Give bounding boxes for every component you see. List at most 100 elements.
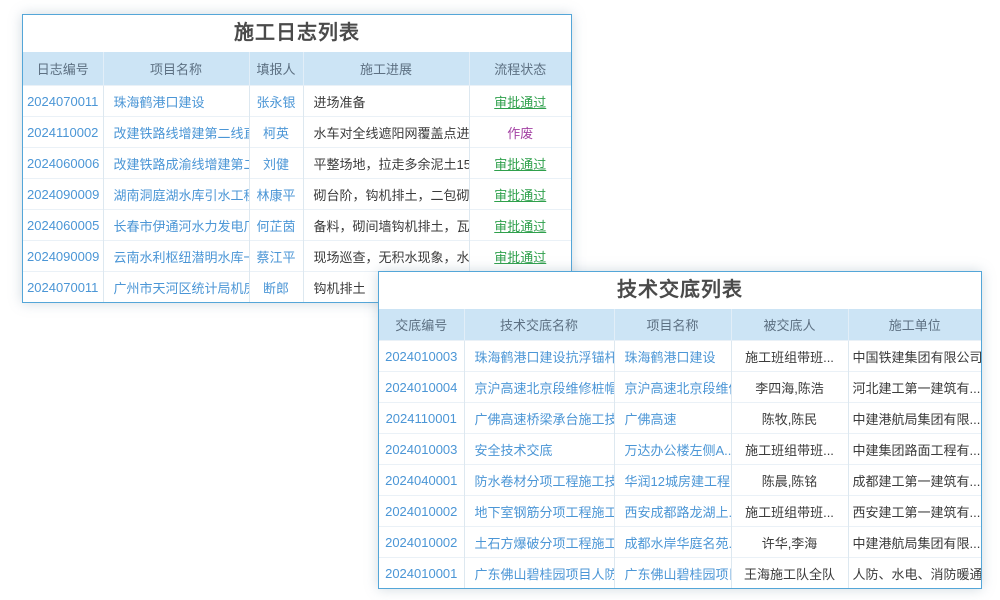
project-link[interactable]: 广东佛山碧桂园项目	[614, 558, 731, 589]
disclosure-name-link[interactable]: 防水卷材分项工程施工技...	[464, 465, 614, 496]
project-link[interactable]: 广佛高速	[614, 403, 731, 434]
reporter-link[interactable]: 张永银	[249, 86, 303, 117]
project-link[interactable]: 华润12城房建工程...	[614, 465, 731, 496]
project-link[interactable]: 成都水岸华庭名苑...	[614, 527, 731, 558]
disclosure-id-link[interactable]: 2024010004	[379, 372, 464, 403]
project-link[interactable]: 改建铁路成渝线增建第二...	[103, 148, 249, 179]
project-link[interactable]: 万达办公楼左侧A...	[614, 434, 731, 465]
progress-text: 砌台阶，钩机排土，二包砌...	[303, 179, 469, 210]
reporter-link[interactable]: 蔡江平	[249, 241, 303, 272]
reporter-link[interactable]: 柯英	[249, 117, 303, 148]
table-row: 2024010002 土石方爆破分项工程施工... 成都水岸华庭名苑... 许华…	[379, 527, 981, 558]
project-link[interactable]: 云南水利枢纽潜明水库一...	[103, 241, 249, 272]
disclosure-name-link[interactable]: 土石方爆破分项工程施工...	[464, 527, 614, 558]
disclosure-name-link[interactable]: 广佛高速桥梁承台施工技...	[464, 403, 614, 434]
disclosure-id-link[interactable]: 2024010003	[379, 341, 464, 372]
table-row: 2024110002 改建铁路线增建第二线直... 柯英 水车对全线遮阳网覆盖点…	[23, 117, 571, 148]
construction-log-table: 日志编号 项目名称 填报人 施工进展 流程状态 2024070011 珠海鹤港口…	[23, 52, 571, 302]
project-link[interactable]: 湖南洞庭湖水库引水工程...	[103, 179, 249, 210]
status-link[interactable]: 审批通过	[469, 86, 571, 117]
unit-text: 成都建工第一建筑有...	[848, 465, 981, 496]
project-link[interactable]: 珠海鹤港口建设	[614, 341, 731, 372]
table-row: 2024010004 京沪高速北京段维修桩帽... 京沪高速北京段维修 李四海,…	[379, 372, 981, 403]
progress-text: 备料，砌间墙钩机排土，瓦...	[303, 210, 469, 241]
table-row: 2024010002 地下室钢筋分项工程施工... 西安成都路龙湖上... 施工…	[379, 496, 981, 527]
disclosure-id-link[interactable]: 2024010002	[379, 496, 464, 527]
disclosure-name-link[interactable]: 地下室钢筋分项工程施工...	[464, 496, 614, 527]
table-row: 2024010003 珠海鹤港口建设抗浮锚杆... 珠海鹤港口建设 施工班组带班…	[379, 341, 981, 372]
unit-text: 中建港航局集团有限...	[848, 403, 981, 434]
log-col-reporter: 填报人	[249, 52, 303, 86]
unit-text: 人防、水电、消防暖通	[848, 558, 981, 589]
log-col-project: 项目名称	[103, 52, 249, 86]
disclosure-name-link[interactable]: 京沪高速北京段维修桩帽...	[464, 372, 614, 403]
log-id-link[interactable]: 2024110002	[23, 117, 103, 148]
technical-disclosure-panel: 技术交底列表 交底编号 技术交底名称 项目名称 被交底人 施工单位 202401…	[378, 271, 982, 589]
disc-col-name: 技术交底名称	[464, 309, 614, 341]
log-id-link[interactable]: 2024090009	[23, 241, 103, 272]
table-row: 2024090009 湖南洞庭湖水库引水工程... 林康平 砌台阶，钩机排土，二…	[23, 179, 571, 210]
status-link[interactable]: 审批通过	[469, 148, 571, 179]
disc-col-unit: 施工单位	[848, 309, 981, 341]
log-id-link[interactable]: 2024060005	[23, 210, 103, 241]
construction-log-panel: 施工日志列表 日志编号 项目名称 填报人 施工进展 流程状态 202407001…	[22, 14, 572, 303]
table-row: 2024110001 广佛高速桥梁承台施工技... 广佛高速 陈牧,陈民 中建港…	[379, 403, 981, 434]
log-col-progress: 施工进展	[303, 52, 469, 86]
disclosure-id-link[interactable]: 2024010001	[379, 558, 464, 589]
unit-text: 中建集团路面工程有...	[848, 434, 981, 465]
unit-text: 西安建工第一建筑有...	[848, 496, 981, 527]
table-row: 2024060005 长春市伊通河水力发电厂... 何芷茵 备料，砌间墙钩机排土…	[23, 210, 571, 241]
disc-col-project: 项目名称	[614, 309, 731, 341]
disclosure-id-link[interactable]: 2024010003	[379, 434, 464, 465]
log-header-row: 日志编号 项目名称 填报人 施工进展 流程状态	[23, 52, 571, 86]
person-text: 陈牧,陈民	[731, 403, 848, 434]
reporter-link[interactable]: 刘健	[249, 148, 303, 179]
log-col-id: 日志编号	[23, 52, 103, 86]
project-link[interactable]: 京沪高速北京段维修	[614, 372, 731, 403]
person-text: 李四海,陈浩	[731, 372, 848, 403]
reporter-link[interactable]: 何芷茵	[249, 210, 303, 241]
person-text: 陈晨,陈铭	[731, 465, 848, 496]
progress-text: 进场准备	[303, 86, 469, 117]
disc-col-id: 交底编号	[379, 309, 464, 341]
project-link[interactable]: 西安成都路龙湖上...	[614, 496, 731, 527]
progress-text: 水车对全线遮阳网覆盖点进...	[303, 117, 469, 148]
unit-text: 中国铁建集团有限公司	[848, 341, 981, 372]
technical-disclosure-table: 交底编号 技术交底名称 项目名称 被交底人 施工单位 2024010003 珠海…	[379, 309, 981, 588]
progress-text: 现场巡查，无积水现象，水...	[303, 241, 469, 272]
person-text: 施工班组带班...	[731, 341, 848, 372]
table-row: 2024060006 改建铁路成渝线增建第二... 刘健 平整场地，拉走多余泥土…	[23, 148, 571, 179]
log-id-link[interactable]: 2024060006	[23, 148, 103, 179]
disclosure-header-row: 交底编号 技术交底名称 项目名称 被交底人 施工单位	[379, 309, 981, 341]
disc-col-person: 被交底人	[731, 309, 848, 341]
project-link[interactable]: 广州市天河区统计局机房...	[103, 272, 249, 303]
disclosure-id-link[interactable]: 2024010002	[379, 527, 464, 558]
table-row: 2024040001 防水卷材分项工程施工技... 华润12城房建工程... 陈…	[379, 465, 981, 496]
disclosure-id-link[interactable]: 2024040001	[379, 465, 464, 496]
disclosure-id-link[interactable]: 2024110001	[379, 403, 464, 434]
person-text: 施工班组带班...	[731, 434, 848, 465]
status-link[interactable]: 审批通过	[469, 210, 571, 241]
project-link[interactable]: 改建铁路线增建第二线直...	[103, 117, 249, 148]
log-id-link[interactable]: 2024070011	[23, 272, 103, 303]
status-link[interactable]: 审批通过	[469, 179, 571, 210]
unit-text: 河北建工第一建筑有...	[848, 372, 981, 403]
construction-log-title: 施工日志列表	[23, 15, 571, 52]
progress-text: 平整场地，拉走多余泥土15...	[303, 148, 469, 179]
table-row: 2024070011 珠海鹤港口建设 张永银 进场准备 审批通过	[23, 86, 571, 117]
project-link[interactable]: 珠海鹤港口建设	[103, 86, 249, 117]
reporter-link[interactable]: 断郎	[249, 272, 303, 303]
reporter-link[interactable]: 林康平	[249, 179, 303, 210]
disclosure-name-link[interactable]: 广东佛山碧桂园项目人防...	[464, 558, 614, 589]
disclosure-name-link[interactable]: 安全技术交底	[464, 434, 614, 465]
log-id-link[interactable]: 2024070011	[23, 86, 103, 117]
log-col-status: 流程状态	[469, 52, 571, 86]
disclosure-name-link[interactable]: 珠海鹤港口建设抗浮锚杆...	[464, 341, 614, 372]
project-link[interactable]: 长春市伊通河水力发电厂...	[103, 210, 249, 241]
status-link[interactable]: 审批通过	[469, 241, 571, 272]
unit-text: 中建港航局集团有限...	[848, 527, 981, 558]
person-text: 施工班组带班...	[731, 496, 848, 527]
person-text: 王海施工队全队	[731, 558, 848, 589]
status-badge: 作废	[469, 117, 571, 148]
log-id-link[interactable]: 2024090009	[23, 179, 103, 210]
